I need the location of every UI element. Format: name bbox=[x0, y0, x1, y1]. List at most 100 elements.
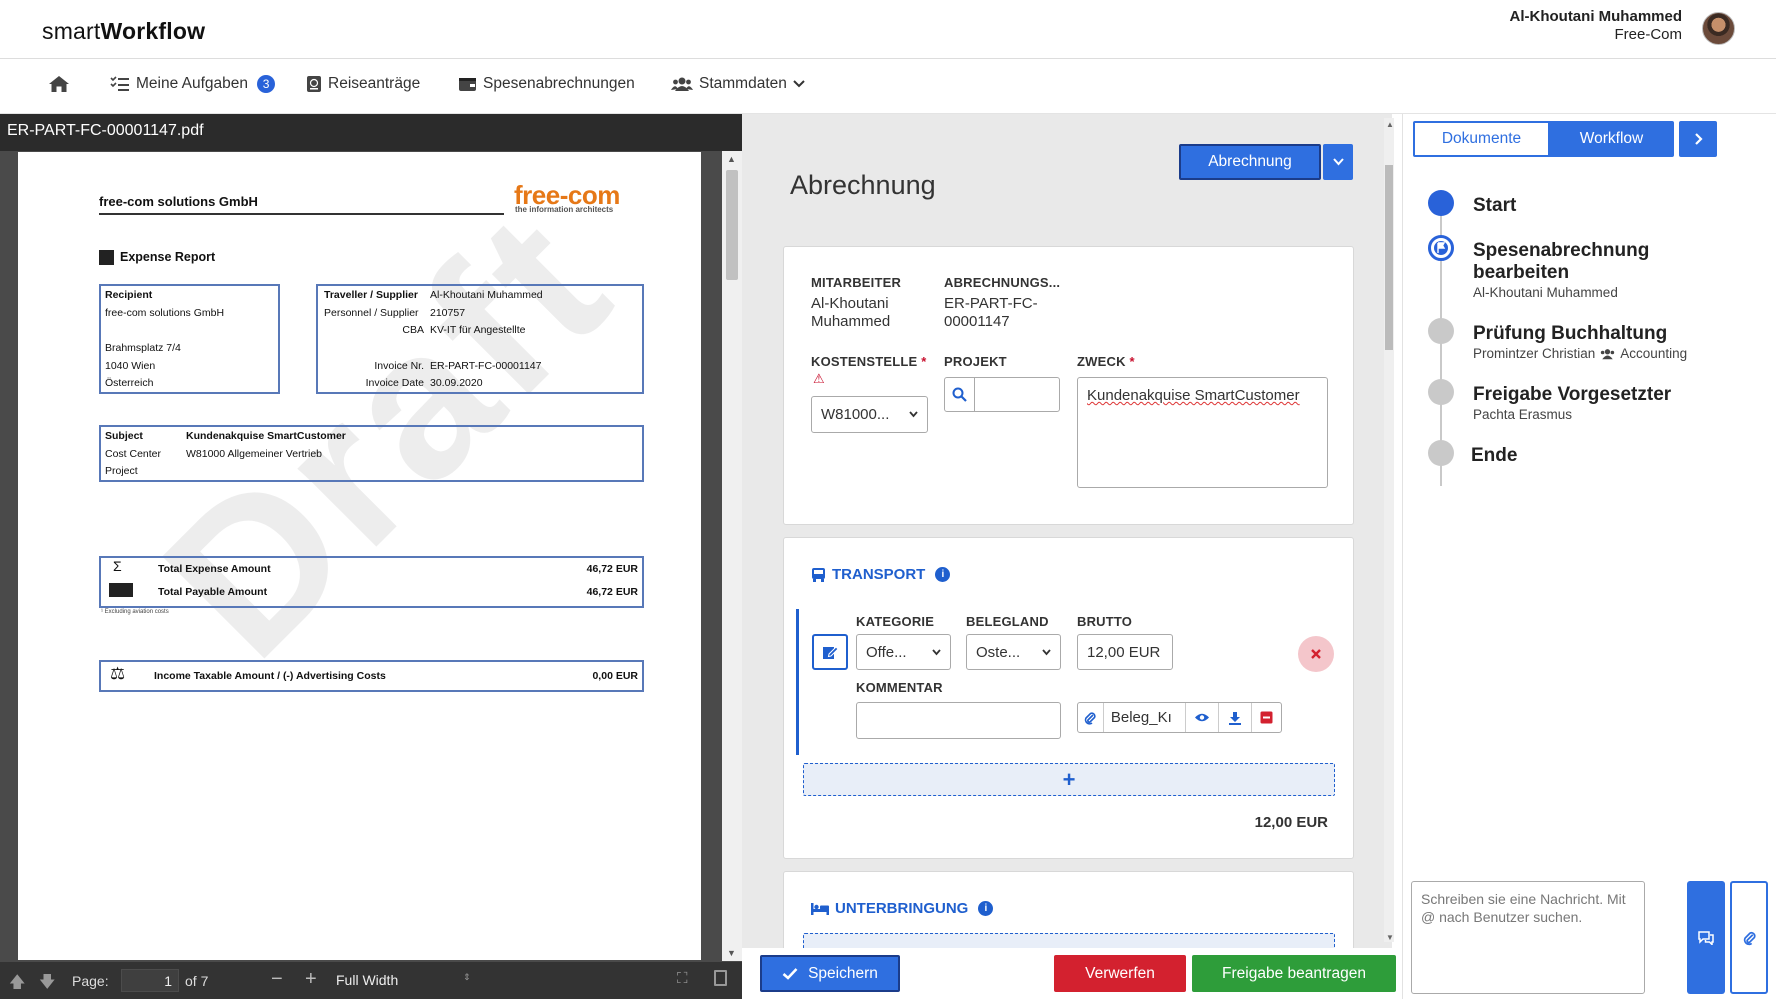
attachment-button[interactable] bbox=[1078, 703, 1104, 732]
home-icon bbox=[49, 76, 69, 92]
attachment-filename[interactable]: Beleg_Kı bbox=[1104, 703, 1186, 732]
project-input[interactable] bbox=[974, 377, 1060, 412]
project-search-button[interactable] bbox=[944, 377, 975, 412]
row-indicator bbox=[796, 609, 799, 755]
download-button[interactable] bbox=[1218, 703, 1251, 732]
purpose-textarea[interactable]: Kundenakquise SmartCustomer bbox=[1077, 377, 1328, 488]
search-icon bbox=[952, 387, 967, 402]
prev-page-icon[interactable]: 🡅 bbox=[9, 971, 25, 998]
user-organization: Free-Com bbox=[1614, 26, 1682, 43]
step-current-dot bbox=[1428, 235, 1454, 261]
pdf-scroll-thumb[interactable] bbox=[726, 170, 738, 280]
nav-my-tasks[interactable]: Meine Aufgaben 3 bbox=[110, 75, 276, 93]
type-dropdown-button[interactable] bbox=[1323, 144, 1353, 180]
document-icon[interactable] bbox=[714, 970, 727, 986]
paperclip-icon bbox=[1743, 931, 1756, 945]
save-button[interactable]: Speichern bbox=[760, 955, 900, 992]
fullscreen-icon[interactable]: ⛶ bbox=[677, 970, 688, 987]
zoom-select[interactable]: Full Width ⇕ bbox=[328, 969, 473, 992]
edit-document-icon bbox=[822, 646, 839, 659]
category-select[interactable]: Offe... bbox=[856, 634, 951, 670]
request-approval-button[interactable]: Freigabe beantragen bbox=[1192, 955, 1396, 992]
zoom-in-icon[interactable]: + bbox=[305, 968, 317, 991]
brand-logo[interactable]: smartWorkflow bbox=[42, 18, 205, 45]
pdf-cost-center-value: W81000 Allgemeiner Vertrieb bbox=[186, 448, 322, 460]
sigma-icon: Σ bbox=[113, 558, 122, 574]
gross-label: Brutto bbox=[1077, 614, 1133, 629]
transport-section-title[interactable]: Transport i bbox=[811, 566, 951, 583]
top-header: smartWorkflow Al-Khoutani Muhammed Free-… bbox=[0, 0, 1776, 59]
pdf-toolbar: 🡅 🡇 Page: 1 of 7 − + Full Width ⇕ ⛶ bbox=[0, 962, 742, 999]
paperclip-icon bbox=[1085, 711, 1097, 725]
message-input[interactable]: Schreiben sie eine Nachricht. Mit @ nach… bbox=[1411, 881, 1645, 994]
cost-center-value: W81000... bbox=[821, 406, 890, 423]
pdf-income-label: Income Taxable Amount / (-) Advertising … bbox=[154, 670, 386, 682]
comment-label: Kommentar bbox=[856, 680, 943, 695]
step-manager-assignee: Pachta Erasmus bbox=[1473, 407, 1573, 422]
bus-icon bbox=[812, 567, 825, 582]
users-icon bbox=[671, 77, 693, 91]
scroll-up-icon[interactable]: ▲ bbox=[1386, 120, 1394, 129]
scroll-up-icon[interactable]: ▲ bbox=[727, 154, 736, 164]
remove-attachment-button[interactable] bbox=[1251, 703, 1281, 732]
nav-master-data[interactable]: Stammdaten bbox=[671, 75, 805, 93]
chevron-down-icon bbox=[909, 411, 918, 418]
scroll-down-icon[interactable]: ▼ bbox=[727, 948, 736, 958]
pdf-personnel-label: Personnel / Supplier bbox=[324, 307, 419, 319]
cost-center-label: Kostenstelle * bbox=[811, 354, 927, 369]
pdf-rule bbox=[99, 213, 504, 215]
tab-documents[interactable]: Dokumente bbox=[1413, 121, 1550, 157]
comments-icon bbox=[1698, 931, 1714, 945]
step-accounting-title: Prüfung Buchhaltung bbox=[1473, 323, 1668, 344]
pdf-footnote: ¹ Excluding aviation costs bbox=[101, 609, 169, 615]
step-edit-title: Spesenabrechnung bearbeiten bbox=[1473, 240, 1650, 283]
scroll-down-icon[interactable]: ▼ bbox=[1386, 933, 1394, 942]
passport-icon bbox=[307, 76, 321, 92]
edit-row-button[interactable] bbox=[812, 634, 848, 670]
comment-input[interactable] bbox=[856, 702, 1061, 739]
nav-expense-reports[interactable]: Spesenabrechnungen bbox=[458, 75, 635, 93]
zoom-out-icon[interactable]: − bbox=[271, 968, 283, 991]
step-accounting-group: Accounting bbox=[1620, 346, 1688, 361]
page-title: Abrechnung bbox=[790, 170, 936, 200]
gross-input[interactable]: 12,00 EUR bbox=[1077, 634, 1173, 670]
collapse-panel-button[interactable] bbox=[1679, 121, 1717, 157]
page-input[interactable]: 1 bbox=[121, 969, 179, 992]
cost-center-select[interactable]: W81000... bbox=[811, 396, 928, 433]
nav-travel-requests[interactable]: Reiseanträge bbox=[306, 75, 420, 93]
preview-button[interactable] bbox=[1185, 703, 1218, 732]
tab-workflow[interactable]: Workflow bbox=[1549, 121, 1674, 157]
form-scroll-thumb[interactable] bbox=[1385, 165, 1393, 350]
flag-icon bbox=[1434, 241, 1448, 255]
lodging-section-title[interactable]: Unterbringung i bbox=[811, 900, 994, 917]
nav-home[interactable] bbox=[48, 75, 70, 93]
add-row-button[interactable]: + bbox=[803, 763, 1335, 796]
download-icon bbox=[1229, 711, 1242, 725]
pdf-page[interactable]: Draft free-com solutions GmbH free-com t… bbox=[18, 152, 701, 960]
scale-icon: ⚖ bbox=[110, 664, 126, 683]
nav-master-data-label: Stammdaten bbox=[699, 75, 787, 92]
next-page-icon[interactable]: 🡇 bbox=[39, 971, 55, 998]
money-icon bbox=[109, 583, 133, 597]
user-name: Al-Khoutani Muhammed bbox=[1509, 8, 1683, 25]
type-button[interactable]: Abrechnung bbox=[1179, 144, 1321, 180]
info-icon[interactable]: i bbox=[935, 567, 951, 582]
country-select[interactable]: Oste... bbox=[966, 634, 1061, 670]
pdf-total-expense-value: 46,72 EUR bbox=[586, 563, 638, 575]
send-message-button[interactable] bbox=[1687, 881, 1725, 994]
pdf-project-label: Project bbox=[105, 465, 138, 477]
lodging-title: Unterbringung bbox=[835, 900, 969, 917]
chevron-down-icon bbox=[1332, 158, 1344, 166]
step-edit-assignee: Al-Khoutani Muhammed bbox=[1473, 285, 1618, 300]
info-icon[interactable]: i bbox=[978, 901, 994, 916]
avatar[interactable] bbox=[1702, 12, 1735, 45]
pdf-subject-box bbox=[99, 425, 644, 482]
step-manager-dot bbox=[1428, 379, 1454, 405]
pdf-personnel-value: 210757 bbox=[430, 307, 466, 319]
purpose-label: Zweck * bbox=[1077, 354, 1135, 369]
attach-message-button[interactable] bbox=[1730, 881, 1768, 994]
delete-row-button[interactable] bbox=[1298, 636, 1334, 672]
select-arrows-icon: ⇕ bbox=[463, 972, 471, 982]
pdf-income-value: 0,00 EUR bbox=[592, 670, 638, 682]
discard-button[interactable]: Verwerfen bbox=[1054, 955, 1186, 992]
